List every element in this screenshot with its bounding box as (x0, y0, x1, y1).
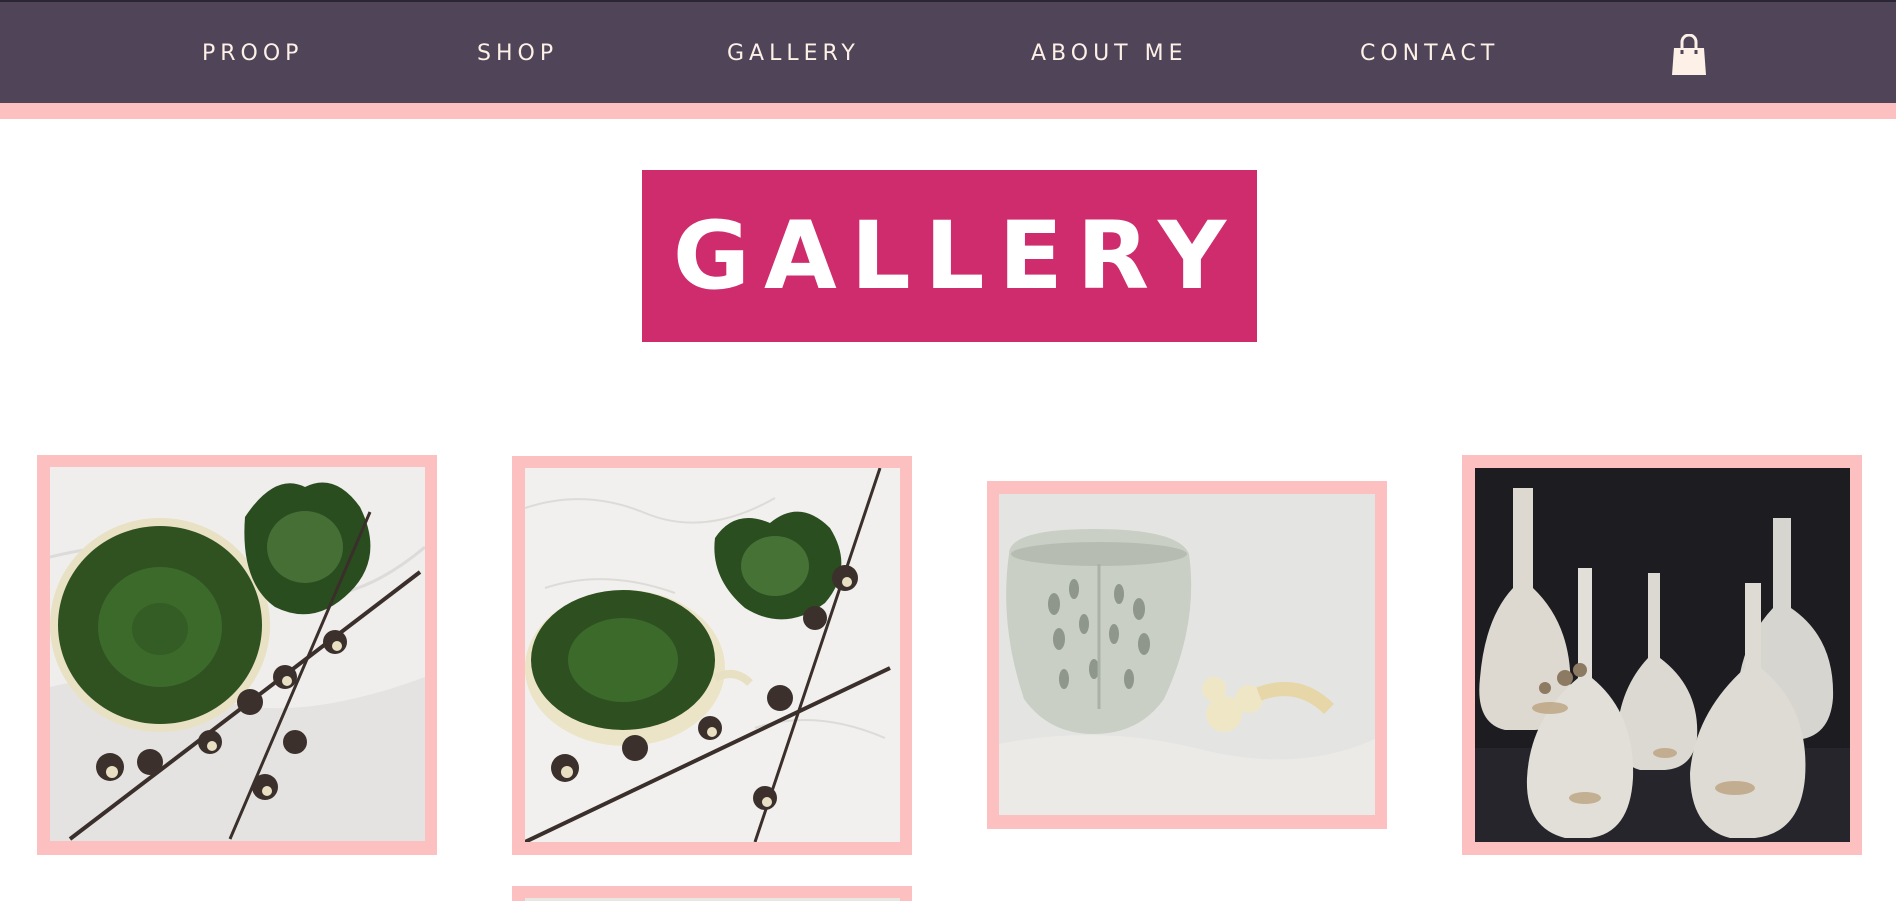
nav-accent-strip (0, 103, 1896, 119)
main-navigation: PROOP SHOP GALLERY ABOUT ME CONTACT (0, 2, 1896, 103)
gallery-item-partial[interactable] (512, 886, 912, 901)
nav-link-gallery[interactable]: GALLERY (727, 38, 860, 70)
gallery-item-candle-holder[interactable] (987, 481, 1387, 829)
nav-link-shop[interactable]: SHOP (477, 38, 558, 70)
gallery-photo (999, 494, 1375, 815)
gallery-item-green-bowls[interactable] (37, 455, 437, 855)
nav-link-contact[interactable]: CONTACT (1360, 38, 1499, 70)
shopping-bag-icon[interactable] (1670, 33, 1708, 76)
page-title-banner: GALLERY (642, 170, 1257, 342)
gallery-photo (525, 468, 900, 842)
page-title: GALLERY (672, 201, 1241, 311)
gallery-item-bud-vases[interactable] (1462, 455, 1862, 855)
nav-link-about-me[interactable]: ABOUT ME (1031, 38, 1188, 70)
gallery-item-bowls-on-lace[interactable] (512, 456, 912, 855)
gallery-photo (1475, 468, 1850, 842)
nav-link-proop[interactable]: PROOP (202, 38, 303, 70)
gallery-photo (50, 467, 425, 841)
